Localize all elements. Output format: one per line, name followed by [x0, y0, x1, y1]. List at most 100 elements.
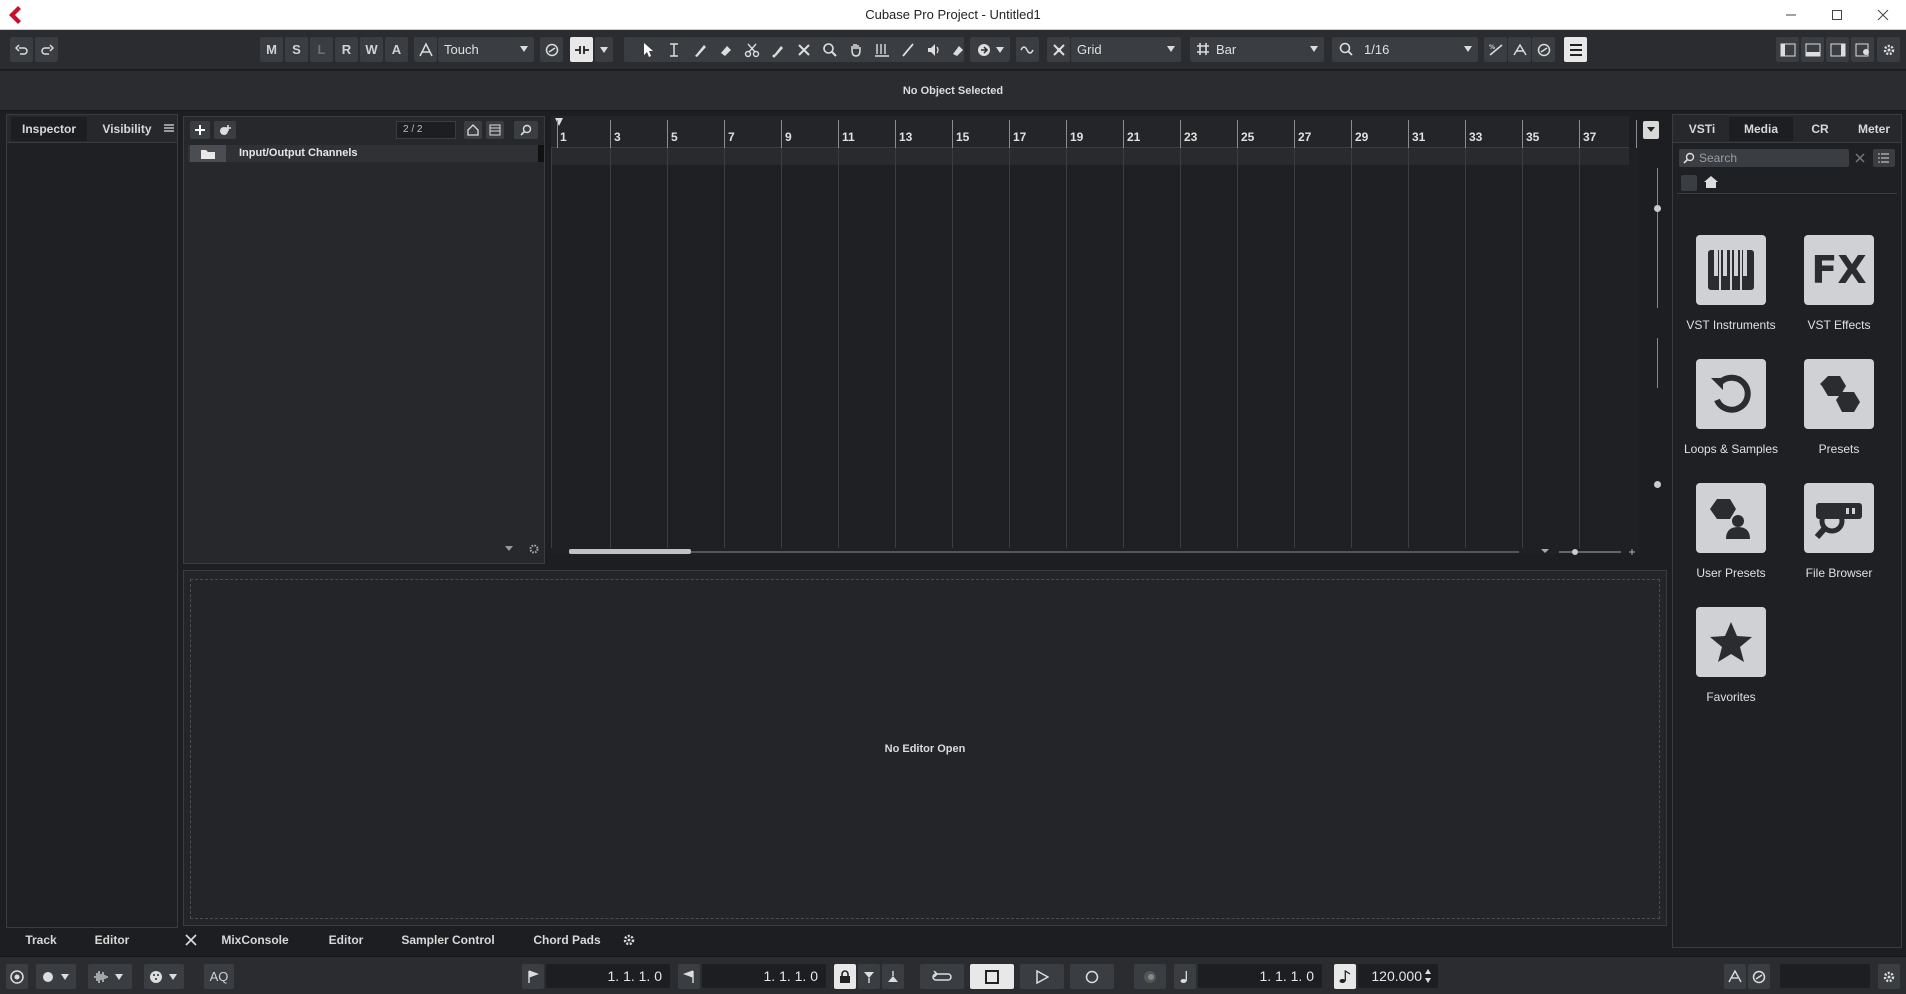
tab-chord-pads[interactable]: Chord Pads [522, 928, 612, 952]
play-button[interactable] [1020, 964, 1064, 989]
solo-state-button[interactable]: S [285, 37, 308, 62]
activity-indicator-icon[interactable] [1724, 964, 1746, 989]
tab-sampler-control[interactable]: Sampler Control [392, 928, 504, 952]
tab-mixconsole[interactable]: MixConsole [206, 928, 304, 952]
write-state-button[interactable]: W [360, 37, 383, 62]
horizontal-zoom-slider[interactable] [1541, 548, 1637, 556]
mute-state-button[interactable]: M [260, 37, 283, 62]
track-list-chevron-down-icon[interactable] [504, 545, 514, 553]
lower-zone-settings-gear-icon[interactable] [622, 933, 636, 947]
tab-vsti[interactable]: VSTi [1677, 117, 1727, 141]
mute-tool-icon[interactable] [792, 37, 815, 62]
close-window-button[interactable] [1860, 0, 1906, 30]
tab-meter[interactable]: Meter [1847, 117, 1901, 141]
glue-tool-icon[interactable] [766, 37, 789, 62]
media-back-button[interactable] [1681, 175, 1697, 191]
presets-tile[interactable] [1804, 359, 1874, 429]
go-to-left-locator-button[interactable] [522, 964, 544, 989]
close-lower-zone-icon[interactable] [185, 934, 197, 946]
transport-settings-gear-icon[interactable] [1878, 964, 1900, 989]
setup-window-layout-button[interactable] [1851, 37, 1874, 62]
snap-type-dropdown[interactable]: Grid [1071, 37, 1181, 62]
track-visibility-button[interactable] [464, 121, 482, 139]
inspector-menu-icon[interactable] [163, 123, 175, 133]
tab-track[interactable]: Track [16, 928, 66, 952]
minimize-button[interactable] [1768, 0, 1814, 30]
tab-cr[interactable]: CR [1795, 117, 1845, 141]
grid-type-dropdown[interactable]: Bar [1190, 37, 1324, 62]
redo-button[interactable] [35, 37, 58, 62]
audio-record-mode-dropdown[interactable] [88, 964, 132, 989]
quantize-panel-button[interactable] [1508, 37, 1531, 62]
timewarp-tool-icon[interactable] [870, 37, 893, 62]
range-selection-tool-icon[interactable] [662, 37, 685, 62]
snap-to-zero-crossing-button[interactable] [1016, 37, 1039, 62]
punch-in-button[interactable] [858, 964, 880, 989]
show-left-zone-button[interactable] [1776, 37, 1799, 62]
time-display-settings-icon[interactable] [1748, 964, 1770, 989]
timeline-ruler[interactable]: 1 3 5 7 9 11 13 15 17 19 21 23 25 27 29 … [551, 116, 1637, 148]
snap-toggle-button[interactable] [1047, 37, 1070, 62]
auto-scroll-dropdown[interactable] [992, 37, 1008, 62]
maximize-button[interactable] [1814, 0, 1860, 30]
home-icon[interactable] [1703, 175, 1719, 189]
punch-lock-icon[interactable] [834, 964, 856, 989]
hand-tool-icon[interactable] [844, 37, 867, 62]
track-list-view-button[interactable] [486, 121, 504, 139]
media-search-field[interactable]: Search [1679, 149, 1849, 167]
draw-tool-icon[interactable] [688, 37, 711, 62]
tab-media[interactable]: Media [1729, 117, 1793, 141]
quantize-dropdown[interactable]: 1/16 [1332, 37, 1478, 62]
vst-effects-tile[interactable]: FX [1804, 235, 1874, 305]
metronome-click-button[interactable] [1134, 964, 1166, 989]
object-selection-tool-icon[interactable] [636, 37, 659, 62]
horizontal-scrollbar[interactable] [569, 551, 1519, 553]
automation-state-button[interactable]: A [385, 37, 408, 62]
listen-state-button[interactable]: L [310, 37, 333, 62]
settings-gear-icon[interactable] [1877, 37, 1900, 62]
user-presets-tile[interactable] [1696, 483, 1766, 553]
secondary-display-field[interactable] [1780, 964, 1870, 988]
primary-time-display[interactable]: 1. 1. 1. 0 [1198, 964, 1322, 988]
primary-time-format-icon[interactable] [1174, 964, 1196, 989]
vst-instruments-tile[interactable] [1696, 235, 1766, 305]
event-display[interactable] [551, 148, 1661, 556]
midi-record-mode-dropdown[interactable] [144, 964, 184, 989]
horizontal-scrollbar-thumb[interactable] [569, 549, 691, 554]
add-track-button[interactable] [190, 121, 210, 139]
automation-panel-button[interactable] [540, 37, 563, 62]
erase-tool-icon[interactable] [714, 37, 737, 62]
file-browser-tile[interactable] [1804, 483, 1874, 553]
track-height-slider-handle[interactable] [1654, 481, 1661, 488]
stop-button[interactable] [970, 964, 1014, 989]
ruler-menu-button[interactable] [1643, 121, 1659, 139]
tab-visibility[interactable]: Visibility [91, 117, 163, 141]
track-list-gear-icon[interactable] [528, 543, 540, 555]
aq-button[interactable]: AQ [204, 964, 234, 989]
tab-editor[interactable]: Editor [310, 928, 382, 952]
list-item[interactable]: Input/Output Channels [188, 145, 544, 162]
automation-mode-dropdown[interactable]: Touch [438, 37, 534, 62]
tab-inspector[interactable]: Inspector [11, 117, 87, 141]
punch-out-button[interactable] [882, 964, 904, 989]
cycle-button[interactable] [920, 964, 964, 989]
add-track-from-preset-button[interactable] [214, 121, 236, 139]
track-colors-button[interactable] [1564, 37, 1587, 62]
line-tool-icon[interactable] [896, 37, 919, 62]
record-mode-dropdown[interactable] [36, 964, 76, 989]
vertical-zoom-slider-handle[interactable] [1654, 205, 1661, 212]
audio-performance-icon[interactable] [6, 964, 28, 989]
record-button[interactable] [1070, 964, 1114, 989]
clear-search-icon[interactable] [1851, 149, 1869, 167]
iterative-quantize-button[interactable]: % [1484, 37, 1507, 62]
right-locator-display[interactable]: 1. 1. 1. 0 [702, 964, 826, 988]
tempo-stepper[interactable] [1424, 968, 1432, 984]
favorites-tile[interactable] [1696, 607, 1766, 677]
show-right-zone-button[interactable] [1826, 37, 1849, 62]
go-to-right-locator-button[interactable] [678, 964, 700, 989]
play-tool-icon[interactable] [922, 37, 945, 62]
media-list-view-button[interactable] [1873, 149, 1895, 167]
tab-left-editor[interactable]: Editor [78, 928, 146, 952]
constrain-dropdown-button[interactable] [595, 37, 613, 62]
split-tool-icon[interactable] [740, 37, 763, 62]
